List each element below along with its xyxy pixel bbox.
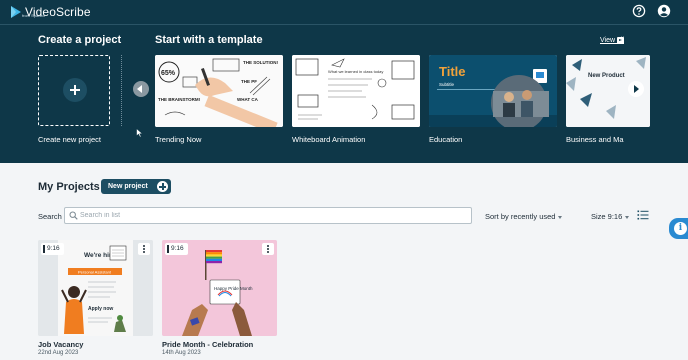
project-card-pride-month[interactable]: Happy Pride Month 9:16 [162, 240, 277, 336]
svg-text:65%: 65% [161, 70, 176, 77]
aspect-ratio-badge: 9:16 [41, 243, 64, 255]
size-dropdown[interactable]: Size 9:16 [591, 212, 630, 221]
create-project-heading: Create a project [38, 34, 122, 46]
template-caption-education: Education [429, 135, 463, 144]
search-label: Search [38, 212, 62, 221]
template-card-whiteboard[interactable]: What we learned in class today [292, 55, 420, 127]
create-new-project-tile[interactable] [38, 55, 110, 126]
sort-label: Sort by recently used [485, 212, 556, 221]
svg-text:Apply now: Apply now [88, 306, 113, 312]
top-banner: VideoScribe from Sparkol Create a projec… [0, 0, 688, 163]
project-title-pride-month[interactable]: Pride Month - Celebration [162, 340, 253, 349]
svg-text:Happy Pride Month: Happy Pride Month [214, 286, 253, 291]
svg-text:THE BRAINSTORM!: THE BRAINSTORM! [158, 97, 201, 102]
info-icon: i [674, 222, 687, 235]
template-caption-trending: Trending Now [155, 135, 202, 144]
svg-text:Title: Title [439, 64, 466, 79]
sort-dropdown[interactable]: Sort by recently used [485, 212, 563, 221]
template-card-trending[interactable]: 65% THE SOLUTION! THE PF WHAT CA THE BRA… [155, 55, 283, 127]
videoscribe-logo[interactable]: VideoScribe [10, 3, 91, 21]
svg-text:Subtitle: Subtitle [439, 82, 455, 87]
svg-text:What we learned in class today: What we learned in class today [328, 69, 383, 74]
user-account-icon[interactable] [657, 4, 671, 18]
plus-icon [63, 78, 87, 102]
project-date-pride-month: 14th Aug 2023 [162, 350, 201, 356]
svg-text:THE PF: THE PF [241, 79, 257, 84]
new-project-label: New project [108, 183, 148, 190]
carousel-previous-button[interactable] [133, 81, 149, 97]
project-card-job-vacancy[interactable]: We're hiring! Personal Assistant Apply n… [38, 240, 153, 336]
more-options-icon[interactable] [262, 243, 274, 255]
project-date-job-vacancy: 22nd Aug 2023 [38, 350, 79, 356]
search-input[interactable] [80, 210, 460, 221]
svg-text:THE SOLUTION!: THE SOLUTION! [243, 60, 278, 65]
project-title-job-vacancy[interactable]: Job Vacancy [38, 340, 83, 349]
list-view-icon[interactable] [637, 209, 649, 221]
size-label: Size 9:16 [591, 212, 623, 221]
template-caption-business: Business and Ma [566, 135, 624, 144]
search-icon [69, 211, 78, 220]
play-logo-icon [11, 6, 21, 18]
view-all-arrow-icon[interactable] [617, 37, 624, 44]
my-projects-heading: My Projects [38, 181, 100, 193]
svg-text:Personal Assistant: Personal Assistant [78, 269, 112, 274]
mouse-cursor-icon [136, 128, 144, 138]
aspect-ratio-badge: 9:16 [165, 243, 188, 255]
more-options-icon[interactable] [138, 243, 150, 255]
app-subtitle: from Sparkol [22, 13, 45, 18]
new-project-button[interactable]: New project [101, 179, 171, 194]
template-heading: Start with a template [155, 34, 263, 46]
template-card-education[interactable]: Title Subtitle [429, 55, 557, 127]
education-thumbnail: Title Subtitle [429, 55, 557, 127]
svg-text:New Product: New Product [588, 73, 625, 79]
carousel-next-button[interactable] [628, 81, 644, 97]
help-circle-icon[interactable] [632, 4, 646, 18]
chevron-down-icon [558, 215, 563, 219]
search-field[interactable] [64, 207, 472, 224]
info-help-tab[interactable]: i [669, 218, 688, 239]
plus-icon [157, 181, 168, 192]
template-caption-whiteboard: Whiteboard Animation [292, 135, 366, 144]
section-separator [121, 55, 122, 126]
whiteboard-thumbnail: What we learned in class today [292, 55, 420, 127]
header-divider [0, 24, 688, 25]
svg-text:WHAT CA: WHAT CA [237, 97, 259, 102]
create-new-project-caption: Create new project [38, 135, 101, 144]
trending-thumbnail: 65% THE SOLUTION! THE PF WHAT CA THE BRA… [155, 55, 283, 127]
chevron-down-icon [625, 215, 630, 219]
